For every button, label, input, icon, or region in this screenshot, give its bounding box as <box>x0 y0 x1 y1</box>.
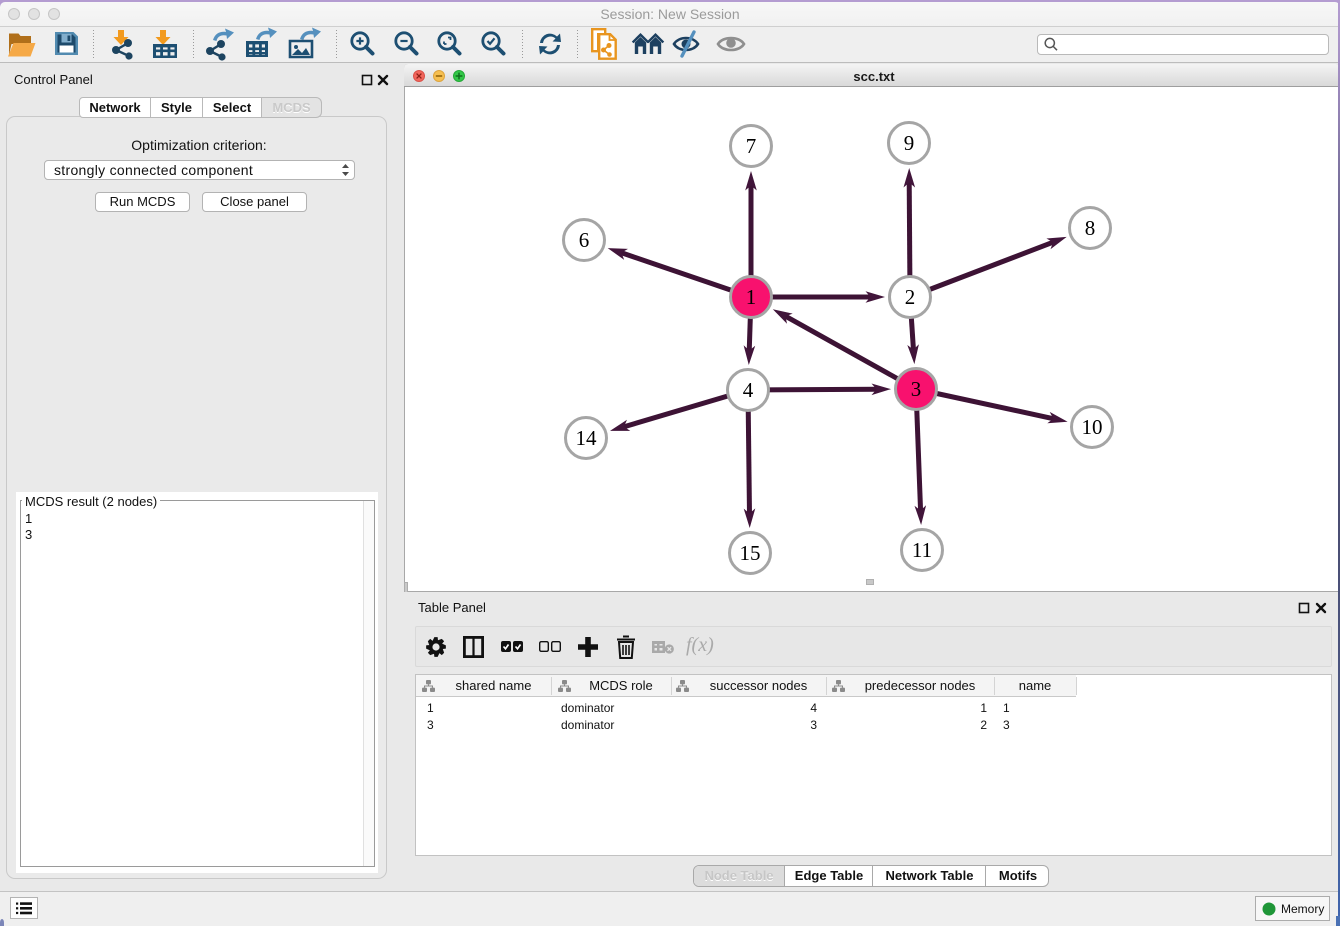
svg-text:6: 6 <box>579 228 590 252</box>
svg-text:15: 15 <box>740 541 761 565</box>
svg-text:8: 8 <box>1085 216 1096 240</box>
svg-text:11: 11 <box>912 538 932 562</box>
svg-text:9: 9 <box>904 131 915 155</box>
svg-text:7: 7 <box>746 134 757 158</box>
svg-text:2: 2 <box>905 285 916 309</box>
svg-text:4: 4 <box>743 378 754 402</box>
svg-text:10: 10 <box>1082 415 1103 439</box>
svg-text:1: 1 <box>746 285 757 309</box>
svg-text:3: 3 <box>911 377 922 401</box>
svg-text:14: 14 <box>576 426 598 450</box>
